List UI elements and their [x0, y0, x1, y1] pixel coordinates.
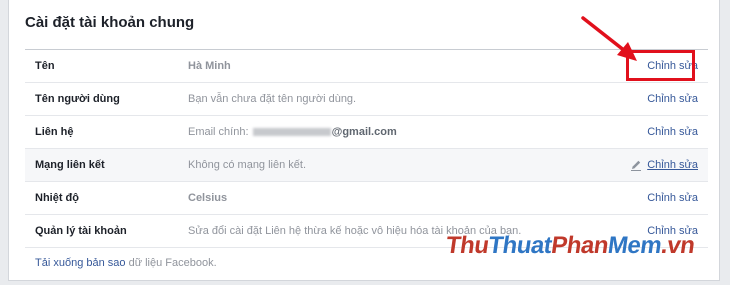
row-value: Celsius — [188, 192, 228, 204]
settings-row-username[interactable]: Tên người dùng Bạn vẫn chưa đặt tên ngườ… — [25, 83, 708, 116]
row-label: Liên hệ — [35, 126, 74, 138]
row-label: Mạng liên kết — [35, 159, 105, 171]
edit-username-link[interactable]: Chỉnh sửa — [647, 83, 698, 115]
row-label: Nhiệt độ — [35, 192, 79, 204]
edit-linked-networks-link[interactable]: Chỉnh sửa — [647, 149, 698, 181]
settings-row-temperature[interactable]: Nhiệt độ Celsius Chỉnh sửa — [25, 182, 708, 215]
section-title: Cài đặt tài khoản chung — [25, 14, 195, 31]
row-value: Không có mạng liên kết. — [188, 159, 307, 171]
email-prefix: Email chính: — [188, 126, 249, 138]
redacted-email-mask — [252, 128, 331, 137]
watermark-part: .vn — [659, 232, 697, 259]
email-domain: @gmail.com — [331, 126, 397, 138]
edit-temperature-link[interactable]: Chỉnh sửa — [647, 182, 698, 214]
row-label: Tên — [35, 60, 55, 72]
settings-row-linked-networks[interactable]: Mạng liên kết Không có mạng liên kết. Ch… — [25, 149, 708, 182]
row-value: Hà Minh — [188, 60, 231, 72]
row-label: Tên người dùng — [35, 93, 120, 105]
row-value: Bạn vẫn chưa đặt tên người dùng. — [188, 93, 357, 105]
download-data-link[interactable]: Tải xuống bản sao dữ liệu Facebook. — [35, 257, 217, 269]
site-watermark: ThuThuatPhanMem.vn — [444, 232, 696, 260]
download-link-text[interactable]: Tải xuống bản sao — [35, 257, 126, 269]
download-link-suffix: dữ liệu Facebook. — [125, 257, 217, 269]
edit-contact-link[interactable]: Chỉnh sửa — [647, 116, 698, 148]
row-label: Quản lý tài khoản — [35, 225, 127, 237]
row-value: Email chính: @gmail.com — [188, 116, 397, 148]
watermark-part: Mem — [606, 232, 664, 259]
watermark-part: Thu — [444, 232, 491, 259]
watermark-part: Thuat — [486, 232, 554, 259]
settings-row-contact[interactable]: Liên hệ Email chính: @gmail.com Chỉnh sử… — [25, 116, 708, 149]
pencil-icon[interactable] — [630, 159, 642, 171]
red-arrow-annotation — [581, 16, 637, 61]
watermark-part: Phan — [549, 232, 610, 259]
